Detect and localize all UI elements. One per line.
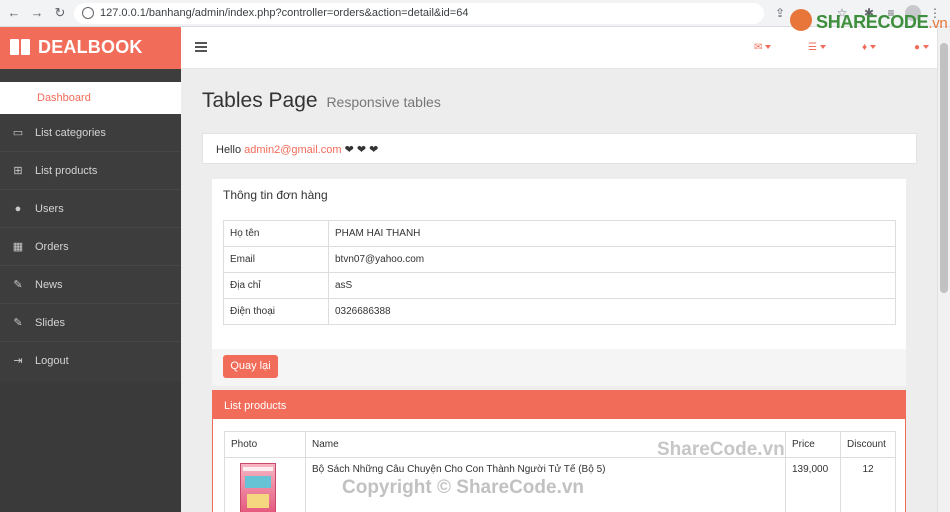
sidebar-footer [0,382,181,512]
field-value: PHAM HAI THANH [328,220,896,247]
sidebar-item-orders[interactable]: ▦ Orders [0,228,181,266]
sidebar-item-label: Orders [35,241,69,253]
desktop-icon: ▭ [12,127,24,139]
table-header-row: Photo Name Price Discount [224,431,896,458]
user-icon: ● [14,203,22,215]
sidebar-item-label: List products [35,165,98,177]
table-row: Họ tên PHAM HAI THANH [223,220,896,247]
product-price: 139,000 [785,457,841,512]
chevron-down-icon [870,45,877,50]
column-header-discount: Discount [840,431,896,458]
page-title-text: Tables Page [202,89,318,112]
column-header-price: Price [785,431,841,458]
edit-icon: ✎ [13,279,23,291]
top-navbar: ✉ ☰ ♦ ● [181,27,937,69]
sitemap-icon: ⊞ [13,165,23,177]
order-info-table: Họ tên PHAM HAI THANH Email btvn07@yahoo… [223,220,896,325]
order-info-title: Thông tin đơn hàng [223,188,328,202]
hamburger-menu-icon[interactable] [195,42,207,52]
hello-bar: Hello admin2@gmail.com ❤ ❤ ❤ [202,133,917,164]
sidebar-item-label: Logout [35,355,69,367]
products-table: Photo Name Price Discount Bộ Sách Những … [224,431,896,512]
column-header-photo: Photo [224,431,306,458]
sidebar-item-list-categories[interactable]: ▭ List categories [0,114,181,152]
brand-header[interactable]: DEALBOOK [0,27,181,69]
sidebar-item-logout[interactable]: ⇥ Logout [0,342,181,380]
sidebar-item-users[interactable]: ● Users [0,190,181,228]
page-title: Tables Page Responsive tables [202,89,441,113]
brand-name: DEALBOOK [38,37,143,57]
sharecode-logo-icon [790,9,812,31]
sidebar-item-label: Users [35,203,64,215]
sign-out-icon: ⇥ [13,355,23,367]
table-row: Email btvn07@yahoo.com [223,246,896,273]
field-label: Email [223,246,329,273]
sidebar-item-label: News [35,279,63,291]
info-icon[interactable] [82,7,94,19]
chevron-down-icon [923,45,930,50]
field-label: Họ tên [223,220,329,247]
table-icon: ▦ [12,241,24,253]
bell-icon[interactable]: ♦ [862,42,877,54]
sidebar-item-slides[interactable]: ✎ Slides [0,304,181,342]
back-arrow-icon[interactable]: ← [6,5,22,21]
sidebar-item-label: List categories [35,127,106,139]
page-subtitle: Responsive tables [326,94,441,110]
field-label: Điện thoại [223,298,329,325]
hello-text: Hello admin2@gmail.com ❤ ❤ ❤ [216,143,378,156]
share-icon[interactable]: ⇪ [773,6,787,20]
products-title: List products [224,400,287,412]
sharecode-logo-text: SHARECODE.vn [816,12,948,32]
admin-email-link[interactable]: admin2@gmail.com [244,144,341,156]
table-row: Điện thoại 0326686388 [223,298,896,325]
sidebar-item-news[interactable]: ✎ News [0,266,181,304]
user-icon[interactable]: ● [914,42,930,54]
products-header: List products [213,391,905,419]
order-info-panel: Thông tin đơn hàng Họ tên PHAM HAI THANH… [212,179,906,349]
chevron-down-icon [765,45,772,50]
hello-prefix: Hello [216,144,242,156]
sidebar-item-dashboard[interactable]: Dashboard [0,82,181,114]
watermark-text: ShareCode.vn [657,439,785,460]
book-icon [10,39,30,55]
page-scrollbar[interactable] [937,27,950,512]
url-text: 127.0.0.1/banhang/admin/index.php?contro… [100,7,469,19]
field-value: asS [328,272,896,299]
table-row: Địa chỉ asS [223,272,896,299]
product-photo-cell [224,457,306,512]
field-value: btvn07@yahoo.com [328,246,896,273]
scrollbar-thumb[interactable] [940,43,948,293]
main-content: Tables Page Responsive tables Hello admi… [181,69,937,512]
forward-arrow-icon[interactable]: → [29,5,45,21]
copyright-watermark: Copyright © ShareCode.vn [342,477,585,498]
address-bar[interactable]: 127.0.0.1/banhang/admin/index.php?contro… [74,3,764,24]
sidebar-item-list-products[interactable]: ⊞ List products [0,152,181,190]
reload-icon[interactable]: ↻ [52,5,68,21]
sidebar-item-label: Slides [35,317,65,329]
back-button[interactable]: Quay lại [223,355,278,378]
field-label: Địa chỉ [223,272,329,299]
sidebar-item-label: Dashboard [37,92,91,104]
tasks-icon[interactable]: ☰ [808,42,826,54]
field-value: 0326686388 [328,298,896,325]
chevron-down-icon [819,45,826,50]
envelope-icon[interactable]: ✉ [754,42,772,54]
product-image [240,463,276,512]
order-info-footer: Quay lại [212,349,906,386]
product-discount: 12 [840,457,896,512]
hearts-icon: ❤ ❤ ❤ [344,144,379,156]
edit-icon: ✎ [13,317,23,329]
sidebar: DEALBOOK Dashboard ▭ List categories ⊞ L… [0,27,181,512]
